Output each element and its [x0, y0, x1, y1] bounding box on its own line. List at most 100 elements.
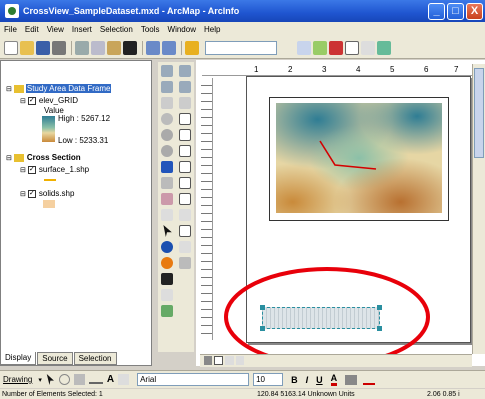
layer-label[interactable]: elev_GRID — [39, 96, 78, 105]
zoom-out-icon[interactable] — [161, 81, 173, 93]
full-extent-icon[interactable] — [161, 113, 173, 125]
selection-handle[interactable] — [260, 326, 265, 331]
selection-handle[interactable] — [377, 305, 382, 310]
zoom-whole-page-icon[interactable] — [179, 113, 191, 125]
save-icon[interactable] — [36, 40, 50, 55]
view-toggle-buttons[interactable] — [204, 356, 244, 366]
toc-data-frame[interactable]: ⊟ Study Area Data Frame — [6, 84, 112, 93]
layer-visibility-checkbox[interactable]: ✓ — [27, 96, 36, 105]
maximize-button[interactable]: □ — [447, 2, 464, 20]
paste-icon[interactable] — [107, 40, 121, 55]
layout-view-icon[interactable] — [214, 356, 224, 365]
map-scale-combobox[interactable] — [205, 40, 277, 55]
minimize-button[interactable]: _ — [428, 2, 445, 20]
scale-dropdown-arrow-icon[interactable] — [297, 40, 311, 55]
pan-icon[interactable] — [161, 97, 173, 109]
selection-handle[interactable] — [260, 305, 265, 310]
menu-view[interactable]: View — [47, 25, 64, 34]
zoom-100-percent-icon[interactable] — [179, 129, 191, 141]
tab-selection[interactable]: Selection — [73, 352, 117, 365]
vertical-ruler[interactable] — [201, 78, 213, 340]
horizontal-scrollbar[interactable] — [200, 354, 472, 367]
collapse-icon[interactable]: ⊟ — [20, 190, 26, 198]
layout-toolbar-icon[interactable] — [377, 40, 391, 55]
previous-extent-icon[interactable] — [179, 177, 191, 189]
layout-zoom-in-icon[interactable] — [179, 65, 191, 77]
undo-icon[interactable] — [146, 40, 160, 55]
find-binoculars-icon[interactable] — [161, 273, 173, 285]
collapse-icon[interactable]: ⊟ — [6, 154, 12, 162]
tab-source[interactable]: Source — [37, 352, 73, 365]
layer-label[interactable]: solids.shp — [39, 189, 75, 198]
italic-button[interactable]: I — [306, 375, 309, 385]
menu-insert[interactable]: Insert — [72, 25, 92, 34]
layer-visibility-checkbox[interactable]: ✓ — [27, 189, 36, 198]
select-features-icon[interactable] — [161, 193, 173, 205]
copy-icon[interactable] — [91, 40, 105, 55]
zoom-to-selected-icon[interactable] — [73, 374, 85, 385]
data-view-icon[interactable] — [204, 356, 213, 365]
menu-selection[interactable]: Selection — [100, 25, 133, 34]
identify-icon[interactable] — [161, 241, 173, 253]
selection-handle[interactable] — [377, 326, 382, 331]
arctoolbox-icon[interactable] — [329, 40, 343, 55]
font-name-combobox[interactable]: Arial — [137, 373, 250, 386]
route-icon[interactable] — [161, 305, 173, 317]
layer-visibility-checkbox[interactable]: ✓ — [27, 165, 36, 174]
collapse-icon[interactable]: ⊟ — [6, 85, 12, 93]
print-icon[interactable] — [52, 40, 66, 55]
toc-layer-elev-grid[interactable]: ⊟ ✓ elev_GRID — [20, 96, 78, 105]
delete-icon[interactable] — [123, 40, 137, 55]
refresh-icon[interactable] — [225, 356, 234, 365]
zoom-in-icon[interactable] — [161, 65, 173, 77]
command-line-icon[interactable] — [345, 40, 359, 55]
font-color-button[interactable]: A — [330, 373, 338, 386]
drawing-menu[interactable]: Drawing — [3, 375, 32, 384]
tab-display[interactable]: Display — [0, 352, 37, 365]
collapse-icon[interactable]: ⊟ — [20, 166, 26, 174]
forward-arrow-icon[interactable] — [161, 177, 173, 189]
vertical-scrollbar[interactable] — [472, 64, 485, 354]
add-data-icon[interactable] — [185, 40, 199, 55]
bold-button[interactable]: B — [291, 375, 298, 385]
selected-profile-graphic[interactable] — [260, 305, 382, 331]
select-elements-icon[interactable] — [46, 374, 54, 385]
scroll-thumb[interactable] — [474, 68, 484, 158]
zoom-control-icon[interactable] — [179, 209, 191, 221]
rotate-icon[interactable] — [58, 374, 70, 385]
new-line-icon[interactable] — [88, 375, 103, 384]
menu-help[interactable]: Help — [204, 25, 220, 34]
toggle-draft-icon[interactable] — [179, 225, 191, 237]
menu-window[interactable]: Window — [168, 25, 196, 34]
whats-this-help-icon[interactable] — [361, 40, 375, 55]
layer-label[interactable]: surface_1.shp — [39, 165, 89, 174]
group-label[interactable]: Cross Section — [27, 153, 81, 162]
data-frame-label[interactable]: Study Area Data Frame — [25, 84, 112, 93]
cut-icon[interactable] — [75, 40, 89, 55]
new-text-icon[interactable]: A — [107, 374, 114, 385]
line-color-icon[interactable] — [363, 375, 376, 385]
close-button[interactable]: X — [466, 2, 483, 20]
select-elements-arrow-icon[interactable] — [163, 225, 172, 237]
toc-layer-surface[interactable]: ⊟ ✓ surface_1.shp — [20, 165, 89, 174]
toc-layer-solids[interactable]: ⊟ ✓ solids.shp — [20, 189, 74, 198]
edit-vertices-icon[interactable] — [118, 374, 130, 385]
change-layout-icon[interactable] — [179, 257, 191, 269]
hyperlink-icon[interactable] — [161, 257, 173, 269]
clear-selection-icon[interactable] — [161, 209, 173, 221]
horizontal-ruler[interactable]: 1 2 3 4 5 6 7 — [202, 64, 472, 76]
menu-file[interactable]: File — [4, 25, 17, 34]
underline-button[interactable]: U — [316, 375, 323, 385]
fixed-zoom-out-icon[interactable] — [161, 145, 173, 157]
open-folder-icon[interactable] — [20, 40, 34, 55]
fixed-zoom-out-layout-icon[interactable] — [179, 161, 191, 173]
fixed-zoom-in-icon[interactable] — [161, 129, 173, 141]
new-document-icon[interactable] — [4, 40, 18, 55]
redo-icon[interactable] — [162, 40, 176, 55]
focus-data-frame-icon[interactable] — [179, 241, 191, 253]
editor-toolbar-icon[interactable] — [313, 40, 327, 55]
measure-icon[interactable] — [161, 289, 173, 301]
fixed-zoom-in-layout-icon[interactable] — [179, 145, 191, 157]
layout-zoom-out-icon[interactable] — [179, 81, 191, 93]
menu-tools[interactable]: Tools — [141, 25, 160, 34]
